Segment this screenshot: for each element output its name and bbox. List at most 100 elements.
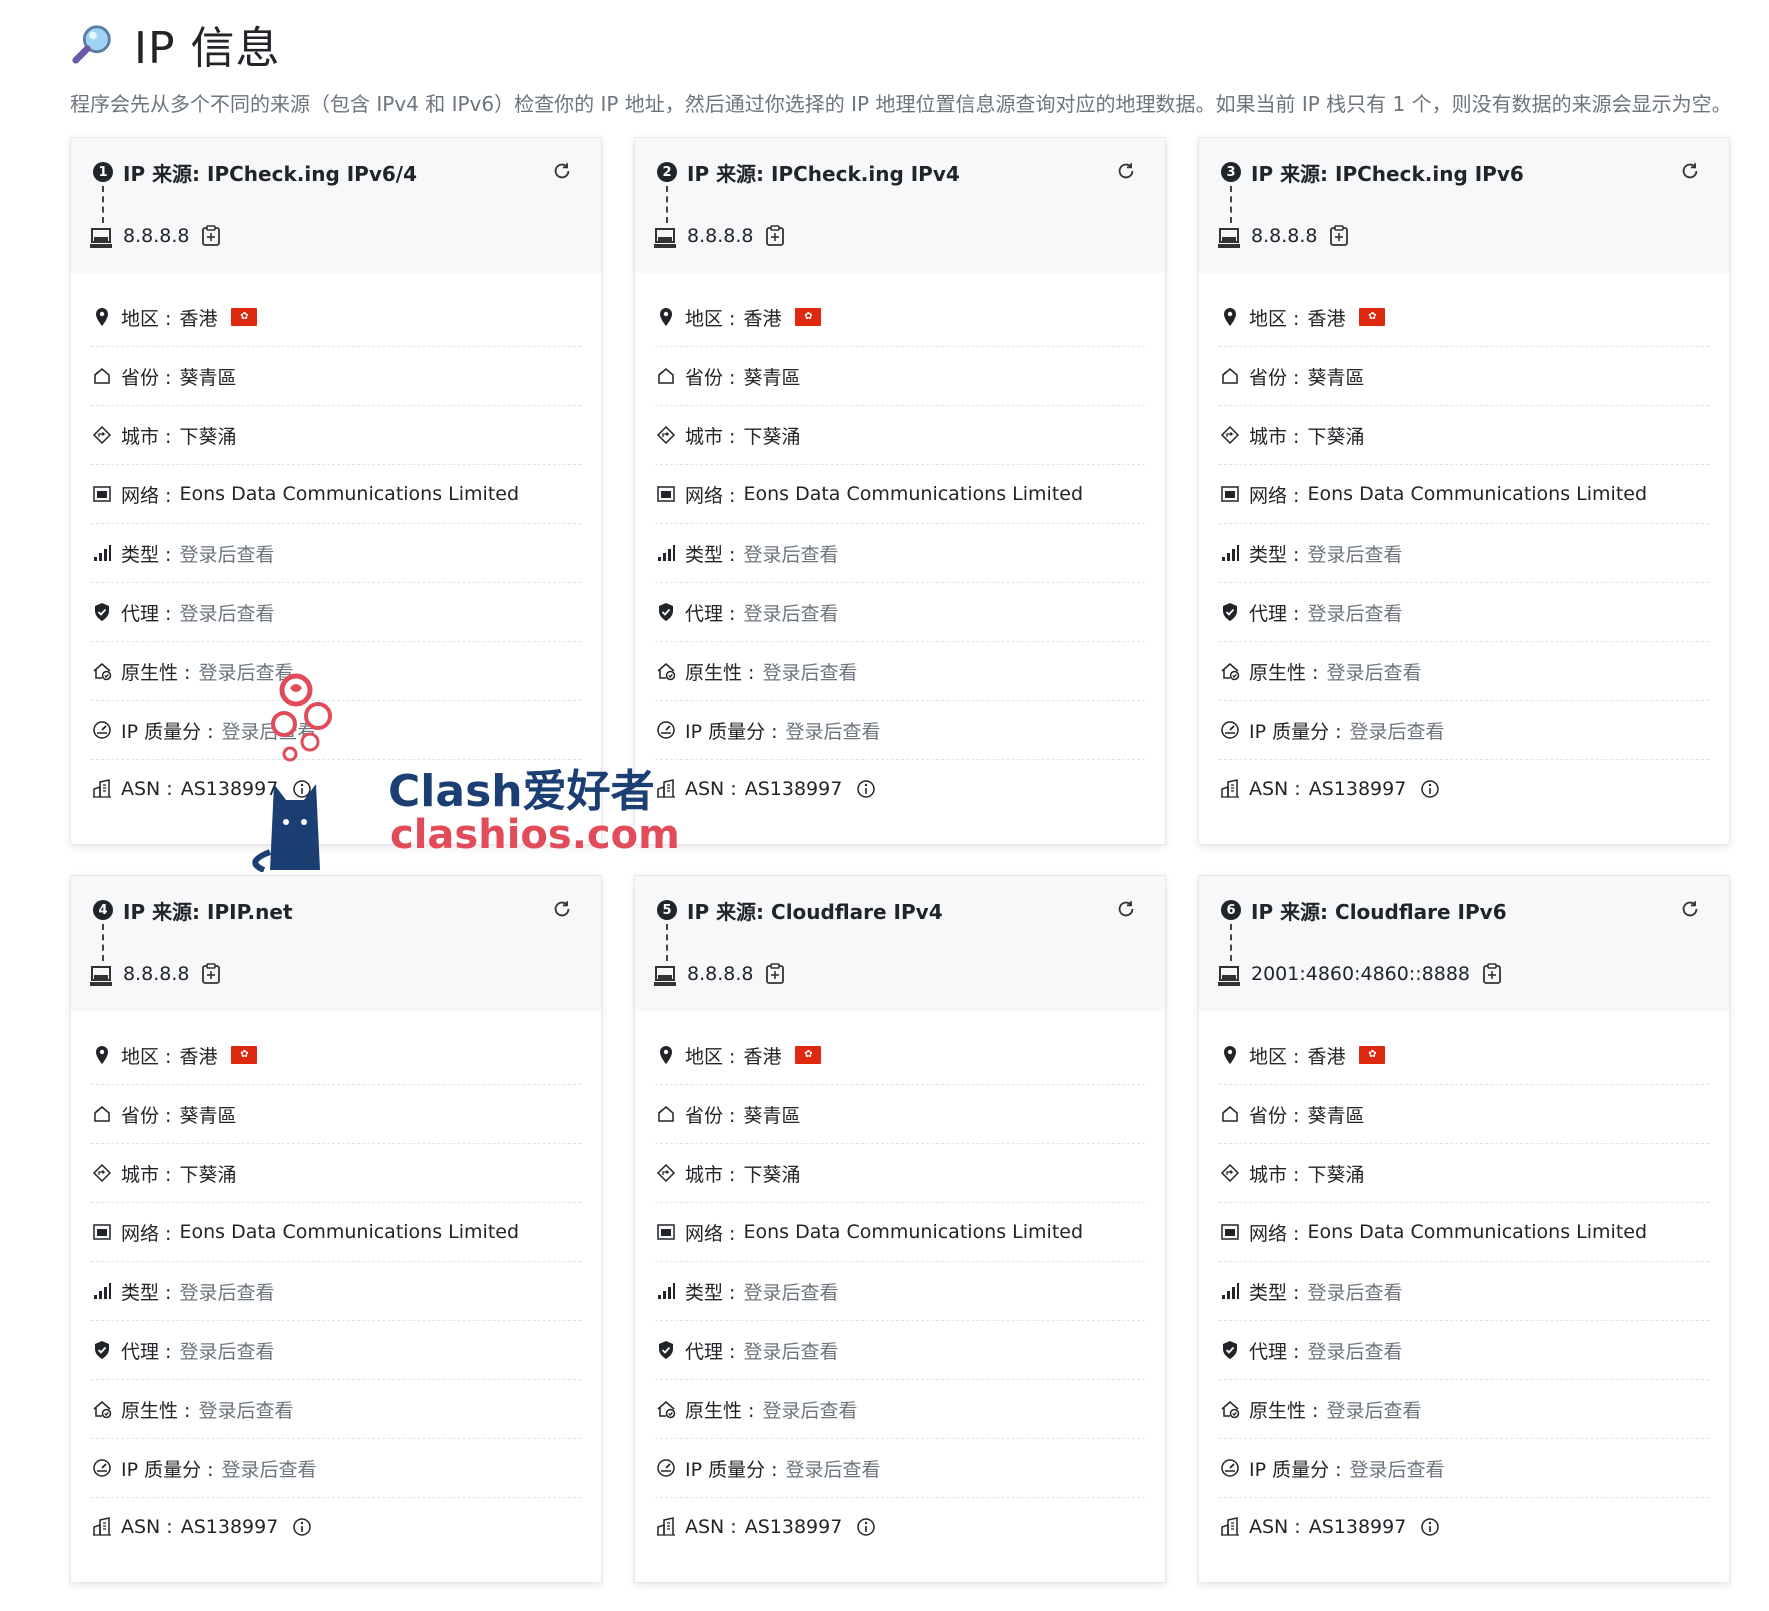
shield-icon bbox=[95, 603, 109, 621]
asn-label: ASN : bbox=[121, 1516, 173, 1538]
region-label: 地区 : bbox=[1249, 1045, 1300, 1068]
quality-label: IP 质量分 : bbox=[685, 1458, 778, 1481]
computer-icon bbox=[654, 966, 676, 986]
hk-flag-icon: ✿ bbox=[1359, 1046, 1386, 1064]
map-pin-icon bbox=[660, 1046, 672, 1064]
row-region: 地区 : 香港 ✿ bbox=[91, 288, 581, 347]
connector-line bbox=[102, 186, 104, 223]
source-title: IP 来源: IPCheck.ing IPv4 bbox=[687, 162, 960, 186]
asn-label: ASN : bbox=[1249, 1516, 1301, 1538]
network-value: Eons Data Communications Limited bbox=[179, 483, 520, 505]
asn-value: AS138997 bbox=[180, 1516, 279, 1538]
refresh-icon[interactable] bbox=[1115, 160, 1137, 182]
info-icon[interactable] bbox=[856, 779, 876, 799]
source-number-badge: 6 bbox=[1221, 900, 1241, 920]
ip-source-card: 5 IP 来源: Cloudflare IPv4 8.8.8.8 地区: 香港… bbox=[634, 875, 1166, 1583]
copy-icon[interactable] bbox=[201, 225, 221, 247]
asn-label: ASN : bbox=[121, 778, 173, 800]
refresh-icon[interactable] bbox=[1679, 898, 1701, 920]
row-type: 类型 : 登录后查看 bbox=[91, 524, 581, 583]
hk-flag-icon: ✿ bbox=[795, 1046, 822, 1064]
ip-detail-list: 地区 : 香港 ✿ 省份 : 葵青區 城市 : 下葵涌 网络 : Eons Da… bbox=[91, 288, 581, 818]
region-value: 香港 bbox=[743, 1045, 782, 1068]
city-label: 城市 : bbox=[685, 425, 736, 448]
city-label: 城市 : bbox=[121, 425, 172, 448]
copy-icon[interactable] bbox=[765, 225, 785, 247]
map-pin-icon bbox=[660, 308, 672, 326]
ip-address-line: 2001:4860:4860::8888 bbox=[1251, 963, 1502, 985]
row-proxy: 代理 : 登录后查看 bbox=[655, 1321, 1145, 1380]
shield-icon bbox=[659, 603, 673, 621]
region-label: 地区 : bbox=[1249, 307, 1300, 330]
native-label: 原生性 : bbox=[685, 661, 755, 684]
row-region: 地区 : 香港 ✿ bbox=[1219, 1026, 1709, 1085]
city-label: 城市 : bbox=[685, 1163, 736, 1186]
copy-icon[interactable] bbox=[201, 963, 221, 985]
row-native: 原生性 : 登录后查看 bbox=[655, 642, 1145, 701]
type-value: 登录后查看 bbox=[179, 543, 275, 566]
refresh-icon[interactable] bbox=[551, 898, 573, 920]
shield-icon bbox=[1223, 1341, 1237, 1359]
refresh-icon[interactable] bbox=[1679, 160, 1701, 182]
source-number-badge: 4 bbox=[93, 900, 113, 920]
info-icon[interactable] bbox=[292, 779, 312, 799]
ethernet-icon bbox=[657, 486, 675, 502]
signal-bars-icon bbox=[94, 1283, 111, 1299]
connector-line bbox=[1230, 186, 1232, 223]
region-label: 地区 : bbox=[685, 307, 736, 330]
hk-flag-icon: ✿ bbox=[1359, 308, 1386, 326]
native-label: 原生性 : bbox=[121, 661, 191, 684]
city-value: 下葵涌 bbox=[179, 425, 237, 448]
refresh-icon[interactable] bbox=[1115, 898, 1137, 920]
row-network: 网络 : Eons Data Communications Limited bbox=[655, 465, 1145, 524]
proxy-value: 登录后查看 bbox=[179, 1340, 275, 1363]
card-header: 3 IP 来源: IPCheck.ing IPv6 8.8.8.8 bbox=[1199, 138, 1729, 273]
row-network: 网络 : Eons Data Communications Limited bbox=[1219, 465, 1709, 524]
type-value: 登录后查看 bbox=[179, 1281, 275, 1304]
row-province: 省份 : 葵青區 bbox=[1219, 347, 1709, 406]
region-label: 地区 : bbox=[121, 1045, 172, 1068]
info-icon[interactable] bbox=[856, 1517, 876, 1537]
type-value: 登录后查看 bbox=[1307, 543, 1403, 566]
row-region: 地区 : 香港 ✿ bbox=[655, 1026, 1145, 1085]
ip-address: 8.8.8.8 bbox=[1251, 225, 1318, 247]
row-proxy: 代理 : 登录后查看 bbox=[91, 1321, 581, 1380]
info-icon[interactable] bbox=[292, 1517, 312, 1537]
map-pin-icon bbox=[1224, 1046, 1236, 1064]
ip-detail-list: 地区 : 香港 ✿ 省份 : 葵青區 城市 : 下葵涌 网络 : Eons Da… bbox=[1219, 288, 1709, 818]
row-network: 网络 : Eons Data Communications Limited bbox=[91, 1203, 581, 1262]
row-city: 城市 : 下葵涌 bbox=[655, 1144, 1145, 1203]
ip-address-line: 8.8.8.8 bbox=[123, 225, 221, 247]
source-title: IP 来源: IPCheck.ing IPv6 bbox=[1251, 162, 1524, 186]
info-icon[interactable] bbox=[1420, 1517, 1440, 1537]
info-icon[interactable] bbox=[1420, 779, 1440, 799]
ip-address-line: 8.8.8.8 bbox=[687, 225, 785, 247]
house-check-icon bbox=[1221, 663, 1240, 681]
row-quality: IP 质量分 : 登录后查看 bbox=[655, 701, 1145, 760]
quality-value: 登录后查看 bbox=[785, 1458, 881, 1481]
row-native: 原生性 : 登录后查看 bbox=[655, 1380, 1145, 1439]
asn-value: AS138997 bbox=[744, 1516, 843, 1538]
row-quality: IP 质量分 : 登录后查看 bbox=[91, 701, 581, 760]
proxy-label: 代理 : bbox=[121, 602, 172, 625]
copy-icon[interactable] bbox=[1482, 963, 1502, 985]
row-asn: ASN : AS138997 bbox=[1219, 1498, 1709, 1556]
ip-address: 2001:4860:4860::8888 bbox=[1251, 963, 1471, 985]
house-icon bbox=[658, 1106, 674, 1122]
quality-value: 登录后查看 bbox=[1349, 1458, 1445, 1481]
copy-icon[interactable] bbox=[1329, 225, 1349, 247]
refresh-icon[interactable] bbox=[551, 160, 573, 182]
connector-line bbox=[666, 186, 668, 223]
region-value: 香港 bbox=[179, 307, 218, 330]
asn-value: AS138997 bbox=[1308, 778, 1407, 800]
ip-address-line: 8.8.8.8 bbox=[123, 963, 221, 985]
row-native: 原生性 : 登录后查看 bbox=[91, 642, 581, 701]
speedometer-icon bbox=[93, 1459, 111, 1477]
province-label: 省份 : bbox=[1249, 1104, 1300, 1127]
source-number-badge: 3 bbox=[1221, 162, 1241, 182]
hk-flag-icon: ✿ bbox=[795, 308, 822, 326]
house-check-icon bbox=[93, 663, 112, 681]
proxy-value: 登录后查看 bbox=[1307, 602, 1403, 625]
native-value: 登录后查看 bbox=[1326, 661, 1422, 684]
copy-icon[interactable] bbox=[765, 963, 785, 985]
